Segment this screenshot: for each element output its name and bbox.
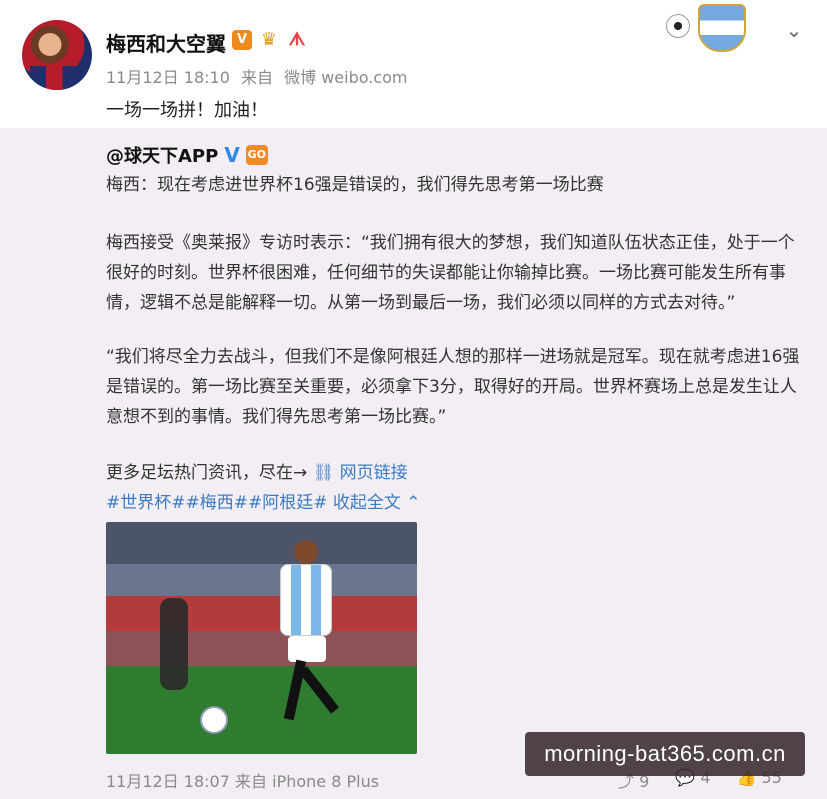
crown-badge-icon: ♛ [260, 29, 278, 50]
link-icon: ⛓ [312, 463, 335, 483]
repost-date: 11月12日 18:07 [106, 772, 230, 791]
post-date: 11月12日 18:10 [106, 68, 230, 87]
soccer-ball-icon [666, 14, 690, 38]
username[interactable]: 梅西和大空翼 [106, 28, 226, 57]
avatar[interactable] [22, 20, 92, 90]
repost-author[interactable]: @球天下APP V GO [106, 142, 268, 168]
more-info-line: 更多足坛热门资讯，尽在→ ⛓ 网页链接 [106, 458, 408, 483]
repost-paragraph-2: 梅西接受《奥莱报》专访时表示：“我们拥有很大的梦想，我们知道队伍状态正佳，处于一… [106, 233, 795, 313]
player-leg [299, 666, 339, 714]
repost-meta: 11月12日 18:07 来自 iPhone 8 Plus [106, 768, 379, 792]
decoration-badge [662, 4, 754, 52]
repost-paragraph-3: “我们将尽全力去战斗，但我们不是像阿根廷人想的那样一进场就是冠军。现在就考虑进1… [106, 347, 800, 427]
repost-source: iPhone 8 Plus [272, 772, 380, 791]
repost-author-name[interactable]: @球天下APP [106, 142, 218, 168]
player-head [294, 540, 318, 564]
referee-figure [160, 598, 188, 690]
post-image[interactable] [106, 522, 417, 754]
post-source: 微博 weibo.com [284, 68, 408, 87]
verified-v-icon: V [224, 143, 240, 167]
repost-paragraph-1: 梅西：现在考虑进世界杯16强是错误的，我们得先思考第一场比赛 [106, 175, 604, 195]
player-shorts [288, 636, 326, 662]
argentina-shield-icon [698, 4, 746, 52]
chevron-down-icon[interactable]: ⌄ [782, 18, 806, 42]
reposted-content: @球天下APP V GO 梅西：现在考虑进世界杯16强是错误的，我们得先思考第一… [0, 128, 827, 799]
collapse-button[interactable]: 收起全文 [333, 493, 401, 513]
more-info-text: 更多足坛热门资讯，尽在→ [106, 463, 308, 483]
verified-badge-icon: V [232, 30, 252, 50]
repost-source-prefix: 来自 [235, 772, 268, 791]
app-tag-icon: GO [245, 145, 268, 165]
chevron-up-icon[interactable]: ⌃ [406, 493, 420, 513]
user-badges: V ♛ ᗑ [232, 30, 308, 50]
web-link[interactable]: 网页链接 [340, 463, 408, 483]
source-prefix: 来自 [241, 68, 274, 87]
hashtags[interactable]: #世界杯##梅西##阿根廷# [106, 493, 327, 513]
level-badge-icon: ᗑ [288, 29, 306, 50]
post-header: 梅西和大空翼 V ♛ ᗑ 11月12日 18:10 来自 微博 weibo.co… [0, 0, 827, 128]
soccer-ball [200, 706, 228, 734]
player-shirt [280, 564, 332, 636]
post-text: 一场一场拼！加油！ [106, 100, 268, 121]
player-figure [270, 540, 340, 730]
watermark: morning-bat365.com.cn [525, 732, 805, 776]
hashtags-line: #世界杯##梅西##阿根廷# 收起全文 ⌃ [106, 488, 421, 513]
post-meta: 11月12日 18:10 来自 微博 weibo.com [106, 64, 408, 88]
